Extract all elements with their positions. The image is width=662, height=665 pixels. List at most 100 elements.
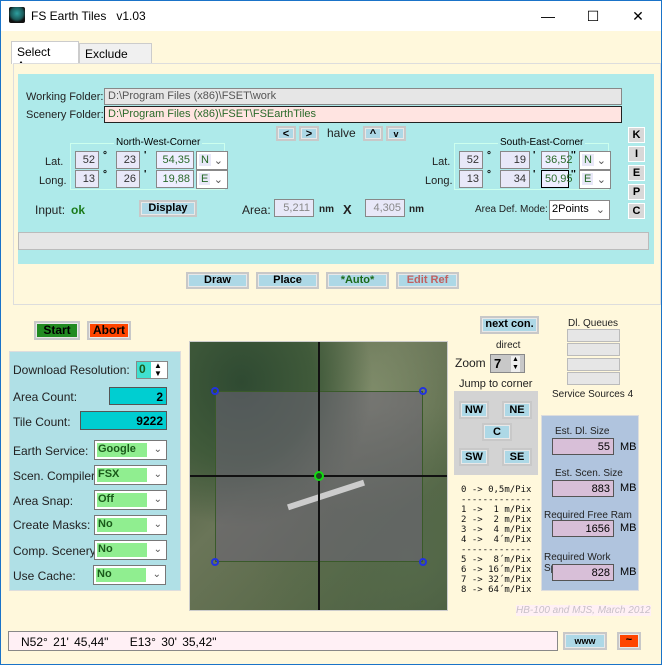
jump-sw-button[interactable]: SW [459,448,489,466]
use-cache-value: No [96,568,146,582]
maximize-button[interactable]: ☐ [578,5,608,27]
center-marker[interactable] [314,471,324,481]
app-icon [9,7,25,23]
area-count-value: 2 [109,387,167,405]
se-long-label: Long. [425,175,453,187]
jump-to-corner-label: Jump to corner [459,378,533,390]
p-button[interactable]: P [628,184,645,200]
jump-se-button[interactable]: SE [502,448,532,466]
jump-center-button[interactable]: C [482,423,512,441]
use-cache-select[interactable]: No ⌄ [93,565,166,585]
se-lat-sec[interactable]: 36,52 [541,151,573,169]
www-button[interactable]: www [563,632,607,650]
window-title: FS Earth Tiles v1.03 [31,9,146,23]
satellite-map[interactable] [189,341,448,611]
nw-long-min[interactable]: 26 [116,170,140,188]
chevron-down-icon: ⌄ [152,569,161,580]
area-snap-select[interactable]: Off ⌄ [94,490,167,510]
display-button[interactable]: Display [139,200,197,217]
auto-button[interactable]: *Auto* [326,272,389,289]
zoom-label: Zoom [455,356,486,370]
area-mode-label: Area Def. Mode: [475,204,548,215]
create-masks-label: Create Masks: [13,518,91,532]
download-resolution-label: Download Resolution: [13,363,130,377]
estimates-panel: Est. Dl. Size 55 MB Est. Scen. Size 883 … [541,415,639,591]
c-button[interactable]: C [628,203,645,219]
working-folder-label: Working Folder: [26,91,104,103]
se-lat-min[interactable]: 19 [500,151,530,169]
ne-corner-handle[interactable] [419,387,427,395]
comp-scenery-value: No [97,543,147,557]
area-label: Area: [242,203,271,217]
se-long-min[interactable]: 34 [500,170,530,188]
chevron-down-icon: ⌄ [153,494,162,505]
sw-corner-handle[interactable] [211,558,219,566]
tilde-button[interactable]: ~ [617,632,641,650]
minimize-button[interactable]: — [533,5,563,27]
create-masks-select[interactable]: No ⌄ [94,515,167,535]
draw-button[interactable]: Draw [186,272,249,289]
download-resolution-stepper[interactable]: 0 ▲ ▼ [136,361,168,379]
move-up-button[interactable]: ^ [363,126,383,141]
abort-button[interactable]: Abort [87,321,131,340]
nw-long-dir-select[interactable]: E ⌄ [196,170,228,189]
move-right-button[interactable]: > [299,126,319,141]
direct-label: direct [496,340,521,351]
se-long-sec[interactable]: 50,95 [541,170,573,188]
se-lat-deg[interactable]: 52 [459,151,483,169]
close-button[interactable]: ✕ [623,5,653,27]
jump-nw-button[interactable]: NW [459,401,489,419]
min-symbol: ' [533,169,536,180]
spin-updown-icon[interactable]: ▲ ▼ [511,356,520,372]
earth-service-select[interactable]: Google ⌄ [94,440,167,460]
working-folder-field[interactable]: D:\Program Files (x86)\FSET\work [104,88,622,105]
i-button[interactable]: I [628,146,645,162]
deg-symbol: ° [103,150,107,161]
edit-ref-button[interactable]: Edit Ref [396,272,459,289]
tab-select-area[interactable]: Select Area [11,41,79,73]
scen-compiler-select[interactable]: FSX ⌄ [94,465,167,485]
zoom-stepper[interactable]: 7 ▲ ▼ [490,354,525,373]
chevron-down-icon: ⌄ [153,469,162,480]
place-button[interactable]: Place [256,272,319,289]
nw-long-sec[interactable]: 19,88 [156,170,194,188]
nw-lat-sec[interactable]: 54,35 [156,151,194,169]
tab-exclude-area[interactable]: Exclude Area [79,43,152,75]
se-title: South-East-Corner [498,137,586,148]
chevron-down-icon: ⌄ [153,544,162,555]
spin-updown-icon[interactable]: ▲ ▼ [154,362,162,378]
required-ram-value: 1656 [552,520,614,537]
move-down-button[interactable]: v [386,126,406,141]
area-mode-select[interactable]: 2Points ⌄ [549,200,610,220]
nw-lat-dir: N [199,154,211,166]
min-symbol: ' [144,150,147,161]
se-long-dir-select[interactable]: E ⌄ [579,170,611,189]
area-height-unit: nm [409,204,424,215]
se-corner-handle[interactable] [419,558,427,566]
scenery-folder-field[interactable]: D:\Program Files (x86)\FSET\FSEarthTiles [104,106,622,123]
nw-long-deg[interactable]: 13 [75,170,99,188]
next-con-button[interactable]: next con. [480,316,539,334]
se-long-deg[interactable]: 13 [459,170,483,188]
unit-label: MB [620,566,637,578]
nw-lat-min[interactable]: 23 [116,151,140,169]
nw-corner-handle[interactable] [211,387,219,395]
deg-symbol: ° [487,150,491,161]
area-mode-value: 2Points [552,203,589,215]
move-left-button[interactable]: < [276,126,296,141]
runway [287,479,365,511]
create-masks-value: No [97,518,147,532]
nw-lat-dir-select[interactable]: N ⌄ [196,151,228,170]
nw-lat-deg[interactable]: 52 [75,151,99,169]
area-count-label: Area Count: [13,390,78,404]
queue-slot [567,343,620,356]
jump-ne-button[interactable]: NE [502,401,532,419]
se-lat-dir-select[interactable]: N ⌄ [579,151,611,170]
start-button[interactable]: Start [34,321,80,340]
unit-label: MB [620,482,637,494]
area-height: 4,305 [365,199,405,217]
comp-scenery-select[interactable]: No ⌄ [94,540,167,560]
e-button[interactable]: E [628,165,645,181]
scenery-folder-label: Scenery Folder: [26,109,104,121]
k-button[interactable]: K [628,127,645,143]
